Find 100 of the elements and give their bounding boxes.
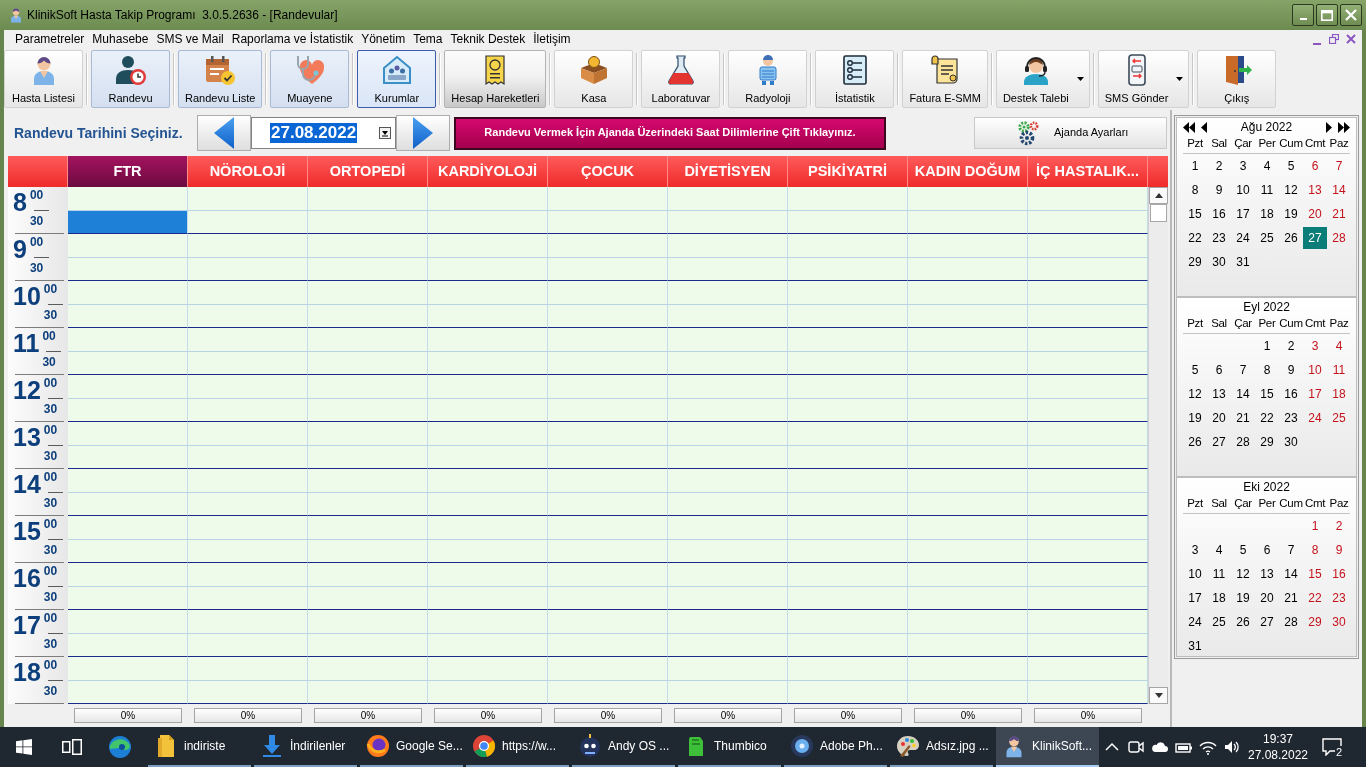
calendar-day[interactable]: 16: [1327, 563, 1351, 585]
time-slot[interactable]: [668, 586, 788, 610]
calendar-day[interactable]: 8: [1303, 539, 1327, 561]
calendar-day[interactable]: 18: [1207, 587, 1231, 609]
notifications-button[interactable]: 2: [1312, 727, 1352, 767]
time-slot[interactable]: [308, 492, 428, 516]
time-slot[interactable]: [188, 633, 308, 657]
calendar-day[interactable]: 11: [1255, 179, 1279, 201]
calendar-day[interactable]: 26: [1183, 431, 1207, 453]
date-field[interactable]: 27.08.2022: [251, 117, 396, 149]
double-left-arrow-icon[interactable]: [1183, 122, 1195, 133]
calendar-day[interactable]: 25: [1207, 611, 1231, 633]
time-slot[interactable]: [788, 633, 908, 657]
agenda-settings-button[interactable]: Ajanda Ayarları: [974, 117, 1167, 149]
calendar-day[interactable]: 19: [1279, 203, 1303, 225]
time-slot[interactable]: [188, 492, 308, 516]
time-slot[interactable]: [668, 633, 788, 657]
calendar-day[interactable]: 15: [1183, 203, 1207, 225]
time-slot[interactable]: [548, 539, 668, 563]
calendar-day[interactable]: 14: [1327, 179, 1351, 201]
time-slot[interactable]: [68, 586, 188, 610]
time-slot[interactable]: [908, 351, 1028, 375]
calendar-day[interactable]: 8: [1255, 359, 1279, 381]
calendar-day[interactable]: 24: [1183, 611, 1207, 633]
time-slot[interactable]: [548, 398, 668, 422]
calendar-day[interactable]: 18: [1327, 383, 1351, 405]
calendar-day[interactable]: 30: [1207, 251, 1231, 273]
time-slot[interactable]: [1028, 304, 1148, 328]
calendar-day[interactable]: 1: [1255, 335, 1279, 357]
scroll-up-button[interactable]: [1149, 187, 1168, 204]
time-slot[interactable]: [188, 539, 308, 563]
calendar-day[interactable]: 16: [1207, 203, 1231, 225]
calendar-day[interactable]: 13: [1207, 383, 1231, 405]
calendar-day[interactable]: 3: [1303, 335, 1327, 357]
time-slot[interactable]: [188, 445, 308, 469]
toolbar-button[interactable]: Randevu Liste: [178, 50, 263, 108]
column-header[interactable]: PSİKİYATRİ: [788, 156, 908, 187]
time-slot[interactable]: [308, 680, 428, 704]
time-slot[interactable]: [908, 398, 1028, 422]
maximize-button[interactable]: [1316, 4, 1338, 26]
previous-day-button[interactable]: [197, 115, 251, 151]
calendar-day[interactable]: 22: [1255, 407, 1279, 429]
toolbar-button[interactable]: SMS Gönder: [1097, 50, 1190, 108]
calendar-day[interactable]: 4: [1207, 539, 1231, 561]
toolbar-button[interactable]: Randevu: [91, 50, 170, 108]
time-slot[interactable]: [788, 445, 908, 469]
column-header[interactable]: ÇOCUK: [548, 156, 668, 187]
calendar-day[interactable]: 29: [1255, 431, 1279, 453]
time-slot[interactable]: [1028, 445, 1148, 469]
time-slot[interactable]: [188, 351, 308, 375]
time-slot[interactable]: [308, 539, 428, 563]
calendar-day[interactable]: 24: [1303, 407, 1327, 429]
calendar-day[interactable]: 2: [1207, 155, 1231, 177]
column-header[interactable]: KARDİYOLOJİ: [428, 156, 548, 187]
time-slot[interactable]: [428, 539, 548, 563]
calendar-day[interactable]: 19: [1231, 587, 1255, 609]
time-slot[interactable]: [548, 680, 668, 704]
column-header[interactable]: İÇ HASTALIK...: [1028, 156, 1148, 187]
calendar-day[interactable]: 22: [1183, 227, 1207, 249]
calendar-day[interactable]: 29: [1303, 611, 1327, 633]
time-slot[interactable]: [908, 539, 1028, 563]
time-slot[interactable]: [68, 680, 188, 704]
time-slot[interactable]: [308, 304, 428, 328]
time-slot[interactable]: [68, 398, 188, 422]
time-slot[interactable]: [908, 257, 1028, 281]
calendar-day[interactable]: 12: [1279, 179, 1303, 201]
time-slot[interactable]: [668, 680, 788, 704]
close-button[interactable]: [1340, 4, 1362, 26]
calendar-day[interactable]: 20: [1303, 203, 1327, 225]
toolbar-button[interactable]: Fatura E-SMM: [902, 50, 988, 108]
cloud-icon[interactable]: [1151, 739, 1169, 755]
time-slot[interactable]: [68, 445, 188, 469]
calendar-day[interactable]: 14: [1231, 383, 1255, 405]
time-slot[interactable]: [668, 492, 788, 516]
taskbar-app[interactable]: indiriste: [148, 727, 251, 767]
taskbar-app[interactable]: Adsız.jpg ...: [890, 727, 993, 767]
time-slot[interactable]: [1028, 492, 1148, 516]
calendar-day[interactable]: 26: [1279, 227, 1303, 249]
column-header[interactable]: ORTOPEDİ: [308, 156, 428, 187]
calendar-day[interactable]: 17: [1303, 383, 1327, 405]
menu-item[interactable]: Teknik Destek: [450, 31, 526, 47]
time-slot[interactable]: [1028, 586, 1148, 610]
toolbar-button[interactable]: Hesap Hareketleri: [444, 50, 547, 108]
time-slot[interactable]: [1028, 398, 1148, 422]
time-slot[interactable]: [188, 210, 308, 234]
time-slot[interactable]: [548, 586, 668, 610]
time-slot[interactable]: [908, 445, 1028, 469]
time-slot[interactable]: [308, 257, 428, 281]
calendar-day[interactable]: 4: [1327, 335, 1351, 357]
toolbar-button[interactable]: Muayene: [270, 50, 350, 108]
taskbar-app[interactable]: İndirilenler: [254, 727, 357, 767]
time-slot[interactable]: [68, 633, 188, 657]
time-slot[interactable]: [788, 304, 908, 328]
menu-item[interactable]: Yönetim: [361, 31, 406, 47]
mdi-close-button[interactable]: [1345, 33, 1356, 45]
column-header[interactable]: NÖROLOJİ: [188, 156, 308, 187]
taskbar-app[interactable]: Google Se...: [360, 727, 463, 767]
scrollbar-thumb[interactable]: [1150, 204, 1167, 222]
calendar-day[interactable]: 2: [1279, 335, 1303, 357]
menu-item[interactable]: Muhasebe: [92, 31, 149, 47]
